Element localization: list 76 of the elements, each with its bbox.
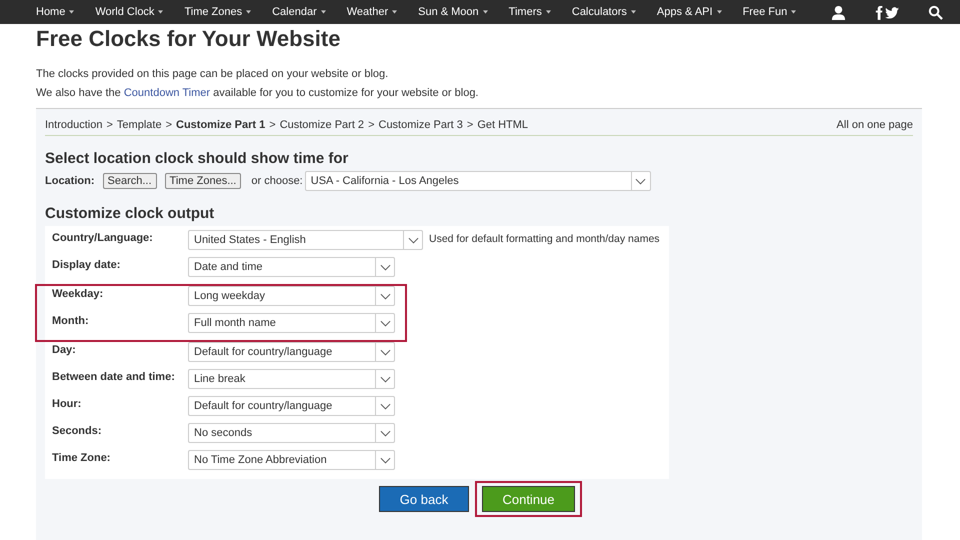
caret-icon — [482, 10, 488, 14]
breadcrumb-link[interactable]: Get HTML — [477, 119, 528, 131]
option-dropdown[interactable]: United States - English — [188, 230, 423, 250]
field-note: Used for default formatting and month/day names — [429, 232, 660, 245]
countdown-timer-link[interactable]: Countdown Timer — [124, 87, 210, 99]
nav-menu-item[interactable]: Time Zones — [184, 6, 252, 18]
caret-icon — [716, 10, 722, 14]
user-icon[interactable] — [831, 4, 846, 20]
breadcrumb-link[interactable]: Template — [116, 119, 162, 131]
field-label: Time Zone: — [52, 451, 112, 464]
field-label: Hour: — [52, 397, 82, 410]
field-label: Day: — [52, 343, 77, 356]
chevron-icon — [380, 320, 390, 326]
location-button[interactable]: Search... — [102, 173, 157, 189]
breadcrumb-separator: > — [269, 119, 276, 131]
nav-menu-item[interactable]: World Clock — [95, 6, 164, 18]
field-label: Between date and time: — [52, 370, 176, 383]
breadcrumb-link[interactable]: Introduction — [45, 119, 102, 131]
chevron-icon — [380, 292, 390, 300]
caret-icon — [546, 10, 551, 14]
chevron-icon — [380, 376, 390, 382]
caret-icon — [791, 10, 796, 14]
option-dropdown[interactable]: Full month name — [188, 313, 395, 333]
caret-icon — [158, 10, 164, 14]
nav-menu-item[interactable]: Sun & Moon — [418, 6, 488, 18]
breadcrumb-separator: > — [166, 119, 172, 131]
section-heading: Customize clock output — [45, 205, 216, 222]
field-label: Seconds: — [52, 424, 103, 437]
breadcrumb-link[interactable]: Customize Part 3 — [378, 119, 463, 131]
caret-icon — [320, 10, 326, 14]
all-on-one-page-link[interactable]: All on one page — [836, 119, 913, 131]
field-label: or choose: — [251, 175, 303, 187]
option-dropdown[interactable]: Long weekday — [188, 286, 395, 306]
chevron-icon — [635, 178, 646, 184]
option-dropdown[interactable]: Default for country/language — [188, 396, 395, 416]
nav-menu-item[interactable]: Timers — [508, 6, 551, 18]
caret-icon — [246, 10, 252, 14]
field-label: Month: — [52, 314, 90, 327]
nav-menu-item[interactable]: Calculators — [572, 6, 636, 18]
caret-icon — [392, 10, 398, 14]
search-icon[interactable] — [928, 4, 944, 20]
section-heading: Select location clock should show time for — [45, 150, 350, 167]
go-back-button[interactable]: Go back — [379, 486, 469, 512]
breadcrumb-separator: > — [368, 119, 374, 131]
nav-menu-item[interactable]: Weather — [346, 6, 398, 18]
chevron-icon — [380, 264, 390, 270]
chevron-icon — [380, 402, 390, 410]
nav-menu-item[interactable]: Calendar — [272, 6, 326, 18]
caret-icon — [630, 10, 636, 14]
caret-icon — [69, 10, 74, 14]
chevron-icon — [408, 236, 418, 244]
field-label: Country/Language: — [52, 231, 154, 244]
breadcrumb-link[interactable]: Customize Part 2 — [280, 119, 364, 131]
nav-menu-item[interactable]: Home — [36, 6, 74, 18]
option-dropdown[interactable]: Date and time — [188, 257, 395, 277]
social-icons[interactable] — [874, 4, 900, 20]
option-dropdown[interactable]: Default for country/language — [188, 342, 395, 362]
location-dropdown[interactable]: USA - California - Los Angeles — [304, 171, 651, 191]
page-title: Free Clocks for Your Website — [36, 26, 342, 52]
chevron-icon — [380, 456, 390, 464]
option-dropdown[interactable]: No seconds — [188, 423, 395, 443]
option-dropdown[interactable]: No Time Zone Abbreviation — [188, 450, 395, 470]
intro-text: We also have the Countdown Timer available for you to customize for your website or blog. — [36, 87, 480, 100]
chevron-icon — [380, 430, 390, 436]
intro-text: The clocks provided on this page can be placed on your website or blog. — [36, 68, 390, 81]
nav-menu-item[interactable]: Free Fun — [742, 6, 796, 18]
breadcrumb-separator: > — [106, 119, 113, 131]
field-label: Display date: — [52, 258, 122, 271]
field-label: Weekday: — [52, 287, 104, 300]
location-button[interactable]: Time Zones... — [164, 173, 242, 189]
field-label: Location: — [45, 175, 94, 187]
option-dropdown[interactable]: Line break — [188, 369, 395, 389]
breadcrumb-link[interactable]: Customize Part 1 — [176, 119, 266, 131]
chevron-icon — [380, 348, 390, 356]
breadcrumb-separator: > — [466, 119, 474, 131]
nav-menu-item[interactable]: Apps & API — [656, 6, 722, 18]
